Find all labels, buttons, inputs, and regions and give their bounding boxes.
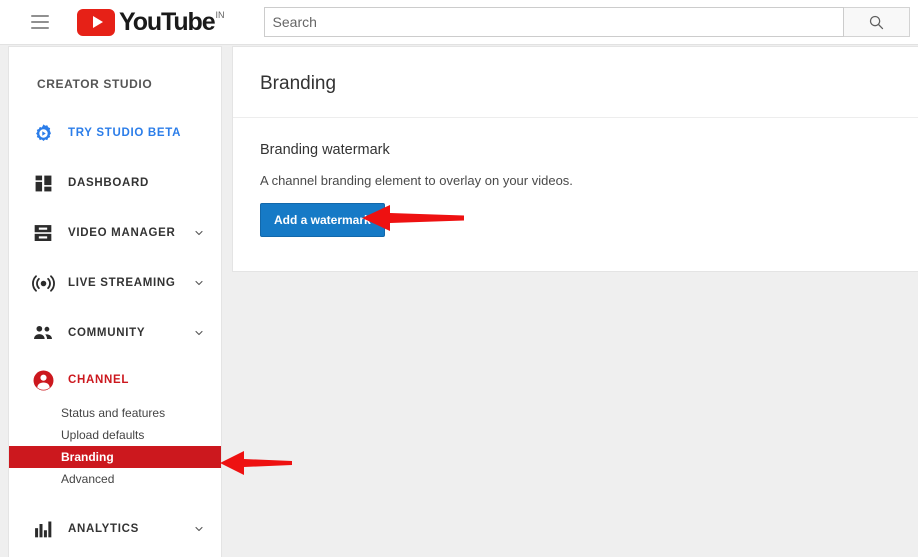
sidebar-subitem-status-and-features[interactable]: Status and features [9, 402, 221, 424]
branding-watermark-description: A channel branding element to overlay on… [260, 173, 573, 188]
card-body: Branding watermark A channel branding el… [233, 118, 918, 271]
sidebar-subitem-label: Upload defaults [61, 428, 145, 442]
sidebar-nav: TRY STUDIO BETA DASHBOARD VIDEO MANAGER … [9, 108, 221, 554]
search-input[interactable] [263, 7, 844, 37]
play-triangle [92, 16, 103, 28]
youtube-wordmark: YouTube [119, 7, 216, 36]
sidebar-item-label: DASHBOARD [68, 177, 150, 189]
dashboard-grid-icon [31, 171, 55, 195]
sidebar-item-analytics[interactable]: ANALYTICS [9, 504, 221, 554]
search-bar [263, 7, 910, 37]
branding-card: Branding Branding watermark A channel br… [232, 46, 918, 272]
hamburger-line [31, 27, 49, 29]
card-header: Branding [233, 47, 918, 118]
youtube-play-icon [77, 8, 115, 36]
sidebar-item-label: VIDEO MANAGER [68, 227, 176, 239]
channel-subnav: Status and features Upload defaults Bran… [9, 402, 221, 496]
hamburger-line [31, 15, 49, 17]
youtube-country-code: IN [215, 9, 225, 20]
branding-watermark-title: Branding watermark [260, 142, 390, 158]
sidebar-item-community[interactable]: COMMUNITY [9, 308, 221, 358]
chevron-down-icon[interactable] [193, 523, 205, 535]
video-manager-icon [31, 221, 55, 245]
channel-person-icon [31, 368, 55, 392]
hamburger-line [31, 21, 49, 23]
sidebar-item-channel[interactable]: CHANNEL [9, 358, 221, 402]
sidebar-subitem-branding[interactable]: Branding [9, 446, 221, 468]
creator-studio-heading: CREATOR STUDIO [37, 77, 153, 91]
chevron-down-icon[interactable] [193, 277, 205, 289]
gear-play-icon [31, 121, 55, 145]
sidebar-item-try-studio-beta[interactable]: TRY STUDIO BETA [9, 108, 221, 158]
youtube-logo[interactable]: YouTube IN [77, 8, 225, 37]
hamburger-menu-icon[interactable] [31, 15, 49, 29]
sidebar-subitem-upload-defaults[interactable]: Upload defaults [9, 424, 221, 446]
sidebar-subitem-advanced[interactable]: Advanced [9, 468, 221, 490]
sidebar-item-label: COMMUNITY [68, 327, 146, 339]
chevron-down-icon[interactable] [193, 227, 205, 239]
sidebar-item-video-manager[interactable]: VIDEO MANAGER [9, 208, 221, 258]
sidebar-subitem-label: Advanced [61, 472, 115, 486]
search-button[interactable] [843, 7, 910, 37]
people-icon [31, 321, 55, 345]
add-watermark-button[interactable]: Add a watermark [260, 203, 385, 237]
sidebar: CREATOR STUDIO TRY STUDIO BETA DASHBOARD… [8, 46, 222, 557]
sidebar-item-label: CHANNEL [68, 374, 130, 386]
sidebar-item-live-streaming[interactable]: LIVE STREAMING [9, 258, 221, 308]
page-title: Branding [260, 73, 337, 94]
top-bar: YouTube IN [0, 0, 918, 45]
sidebar-item-label: TRY STUDIO BETA [68, 127, 182, 139]
search-icon [869, 15, 883, 29]
chevron-down-icon[interactable] [193, 327, 205, 339]
sidebar-item-label: ANALYTICS [68, 523, 140, 535]
bar-chart-icon [31, 517, 55, 541]
sidebar-item-dashboard[interactable]: DASHBOARD [9, 158, 221, 208]
sidebar-subitem-label: Status and features [61, 406, 166, 420]
live-broadcast-icon [31, 271, 55, 295]
sidebar-subitem-label: Branding [61, 450, 114, 464]
main-content: Branding Branding watermark A channel br… [232, 46, 918, 557]
sidebar-item-label: LIVE STREAMING [68, 277, 176, 289]
